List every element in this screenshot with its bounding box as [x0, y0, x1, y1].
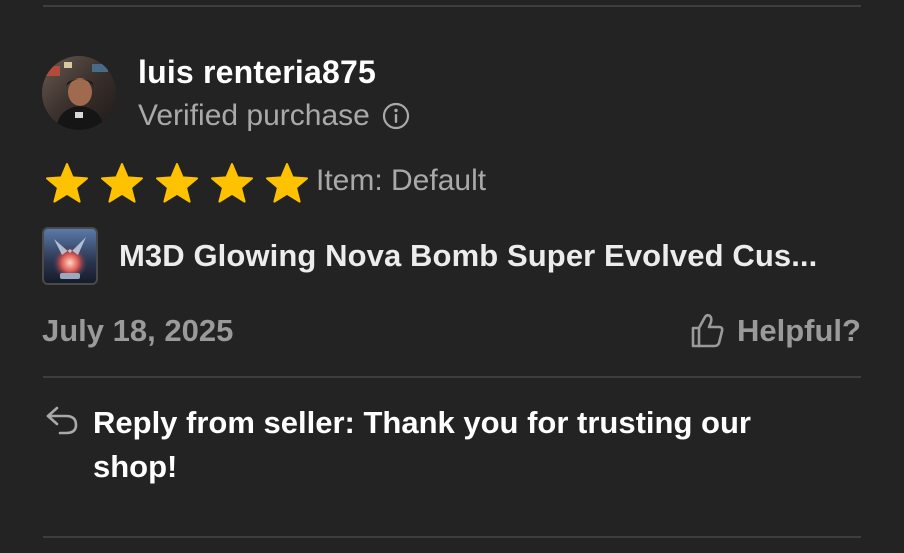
star-icon [211, 163, 253, 203]
review-date: July 18, 2025 [42, 313, 234, 348]
star-icon [46, 163, 88, 203]
star-icon [101, 163, 143, 203]
seller-reply: Reply from seller: Thank you for trustin… [93, 405, 751, 484]
item-variant: Item: Default [316, 164, 487, 197]
reviewer-name[interactable]: luis renteria875 [138, 54, 376, 91]
star-rating [42, 162, 312, 204]
thumbs-up-icon [691, 313, 724, 348]
reviewer-avatar[interactable] [42, 56, 116, 130]
top-divider [43, 5, 861, 7]
reply-arrow-icon [46, 406, 78, 435]
star-icon [266, 163, 308, 203]
reply-divider [43, 376, 861, 378]
star-icon [156, 163, 198, 203]
info-icon[interactable] [382, 102, 410, 130]
product-thumbnail[interactable] [42, 227, 98, 285]
bottom-divider [43, 536, 861, 538]
helpful-label: Helpful? [737, 313, 861, 348]
verified-purchase-text: Verified purchase [138, 99, 370, 132]
verified-purchase-label: Verified purchase [138, 99, 410, 133]
product-title-link[interactable]: M3D Glowing Nova Bomb Super Evolved Cus.… [119, 238, 817, 274]
helpful-button[interactable]: Helpful? [687, 311, 861, 351]
